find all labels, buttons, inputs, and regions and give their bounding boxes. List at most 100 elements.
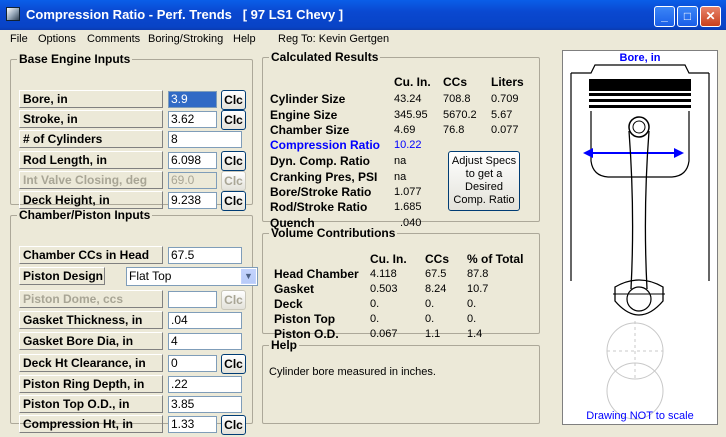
chamber-ccs-input[interactable]: 67.5: [168, 247, 242, 264]
piston-drawing-panel: Bore, in Drawing NOT to scale: [562, 50, 718, 425]
adjust-specs-line-2: to get a: [465, 168, 503, 180]
bore-input[interactable]: 3.9: [168, 91, 217, 108]
piston-design-select[interactable]: Flat Top ▼: [126, 267, 258, 286]
menu-file[interactable]: File: [10, 33, 28, 45]
gasket-vol-pct: 10.7: [467, 283, 489, 295]
int-valve-closing-input: 69.0: [168, 172, 217, 189]
menu-options[interactable]: Options: [38, 33, 76, 45]
calc-header-ccs: CCs: [443, 75, 468, 89]
gasket-vol-cuin: 0.503: [370, 283, 398, 295]
head-chamber-cuin: 4.118: [370, 268, 397, 280]
menu-help[interactable]: Help: [233, 33, 256, 45]
rod-length-clc-button[interactable]: Clc: [221, 151, 246, 171]
rod-stroke-ratio-value: 1.685: [394, 201, 422, 213]
stroke-input[interactable]: 3.62: [168, 111, 217, 128]
chamber-ccs-label: Chamber CCs in Head: [19, 246, 163, 264]
help-group: Help Cylinder bore measured in inches.: [262, 338, 540, 424]
vol-header-pct: % of Total: [467, 252, 524, 266]
adjust-specs-button[interactable]: Adjust Specs to get a Desired Comp. Rati…: [448, 151, 520, 211]
piston-dome-input[interactable]: [168, 291, 217, 308]
chamber-piston-inputs-title: Chamber/Piston Inputs: [19, 208, 151, 222]
stroke-clc-button[interactable]: Clc: [221, 110, 246, 130]
gasket-vol-ccs: 8.24: [425, 283, 447, 295]
deck-clearance-clc-button[interactable]: Clc: [221, 354, 246, 374]
piston-design-label: Piston Design: [19, 267, 105, 285]
chamber-size-ccs: 76.8: [443, 124, 465, 136]
cranking-pres-value: na: [394, 171, 407, 183]
ring-depth-input[interactable]: .22: [168, 376, 242, 393]
help-text: Cylinder bore measured in inches.: [269, 366, 436, 378]
adjust-specs-line-4: Comp. Ratio: [453, 194, 515, 206]
cylinder-size-liters: 0.709: [491, 93, 519, 105]
deck-vol-pct: 0.: [467, 298, 477, 310]
chamber-piston-inputs-group: Chamber/Piston Inputs Chamber CCs in Hea…: [10, 208, 258, 435]
deck-clearance-input[interactable]: 0: [168, 355, 217, 372]
gasket-thickness-label: Gasket Thickness, in: [19, 311, 163, 329]
vol-header-cuin: Cu. In.: [370, 252, 407, 266]
chevron-down-icon[interactable]: ▼: [241, 269, 256, 284]
title-bar[interactable]: Compression Ratio - Perf. Trends [ 97 LS…: [0, 0, 726, 30]
registration-text: Reg To: Kevin Gertgen: [278, 33, 390, 45]
drawing-title: Bore, in: [619, 52, 661, 64]
head-chamber-pct: 87.8: [467, 268, 489, 280]
piston-dome-clc-button: Clc: [221, 290, 246, 310]
gasket-bore-input[interactable]: 4: [168, 333, 242, 350]
head-chamber-label: Head Chamber: [274, 267, 359, 281]
ring-depth-label: Piston Ring Depth, in: [19, 375, 163, 393]
compression-height-clc-button[interactable]: Clc: [221, 415, 246, 435]
menu-boring-stroking[interactable]: Boring/Stroking: [148, 33, 223, 45]
base-engine-inputs-title: Base Engine Inputs: [19, 52, 131, 66]
help-title: Help: [271, 338, 298, 352]
dyn-comp-ratio-label: Dyn. Comp. Ratio: [270, 154, 371, 168]
deck-vol-cuin: 0.: [370, 298, 380, 310]
gasket-vol-label: Gasket: [274, 282, 315, 296]
piston-design-value: Flat Top: [129, 269, 172, 283]
gasket-thickness-input[interactable]: .04: [168, 312, 242, 329]
bore-label: Bore, in: [19, 90, 163, 108]
drawing-footer: Drawing NOT to scale: [586, 410, 694, 422]
window-title: Compression Ratio - Perf. Trends [ 97 LS…: [26, 7, 344, 22]
chamber-size-cuin: 4.69: [394, 124, 416, 136]
volume-contributions-group: Volume Contributions Cu. In. CCs % of To…: [262, 226, 540, 341]
compression-height-label: Compression Ht, in: [19, 415, 163, 433]
menu-bar: File Options Comments Boring/Stroking He…: [0, 30, 726, 48]
calculated-results-title: Calculated Results: [271, 50, 379, 64]
bore-stroke-ratio-label: Bore/Stroke Ratio: [270, 185, 372, 199]
bore-clc-button[interactable]: Clc: [221, 90, 246, 110]
engine-size-ccs: 5670.2: [443, 109, 477, 121]
rod-length-label: Rod Length, in: [19, 151, 163, 169]
cylinder-size-label: Cylinder Size: [270, 92, 346, 106]
rod-stroke-ratio-label: Rod/Stroke Ratio: [270, 200, 368, 214]
chamber-size-label: Chamber Size: [270, 123, 350, 137]
piston-diagram: [570, 64, 710, 420]
int-valve-closing-label: Int Valve Closing, deg: [19, 171, 163, 189]
dyn-comp-ratio-value: na: [394, 155, 407, 167]
base-engine-inputs-group: Base Engine Inputs Bore, in 3.9 Clc Stro…: [10, 52, 253, 211]
cylinder-size-cuin: 43.24: [394, 93, 422, 105]
compression-height-input[interactable]: 1.33: [168, 416, 217, 433]
piston-top-vol-ccs: 0.: [425, 313, 435, 325]
minimize-button[interactable]: _: [654, 6, 675, 27]
deck-height-input[interactable]: 9.238: [168, 192, 217, 209]
rod-length-input[interactable]: 6.098: [168, 152, 217, 169]
calculated-results-group: Calculated Results Cu. In. CCs Liters Cy…: [262, 50, 540, 230]
maximize-button[interactable]: □: [677, 6, 698, 27]
stroke-label: Stroke, in: [19, 110, 163, 128]
deck-vol-label: Deck: [274, 297, 303, 311]
engine-size-label: Engine Size: [270, 108, 338, 122]
int-valve-closing-clc-button: Clc: [221, 171, 246, 191]
chamber-size-liters: 0.077: [491, 124, 519, 136]
close-button[interactable]: ✕: [700, 6, 721, 27]
menu-comments[interactable]: Comments: [87, 33, 140, 45]
piston-dome-label: Piston Dome, ccs: [19, 290, 163, 308]
piston-top-od-input[interactable]: 3.85: [168, 396, 242, 413]
engine-size-liters: 5.67: [491, 109, 513, 121]
volume-contributions-title: Volume Contributions: [271, 226, 396, 240]
compression-ratio-label: Compression Ratio: [270, 138, 381, 152]
deck-height-label: Deck Height, in: [19, 191, 163, 209]
cylinders-label: # of Cylinders: [19, 130, 163, 148]
vol-header-ccs: CCs: [425, 252, 450, 266]
cylinders-input[interactable]: 8: [168, 131, 242, 148]
piston-top-vol-label: Piston Top: [274, 312, 336, 326]
adjust-specs-line-1: Adjust Specs: [451, 155, 517, 167]
